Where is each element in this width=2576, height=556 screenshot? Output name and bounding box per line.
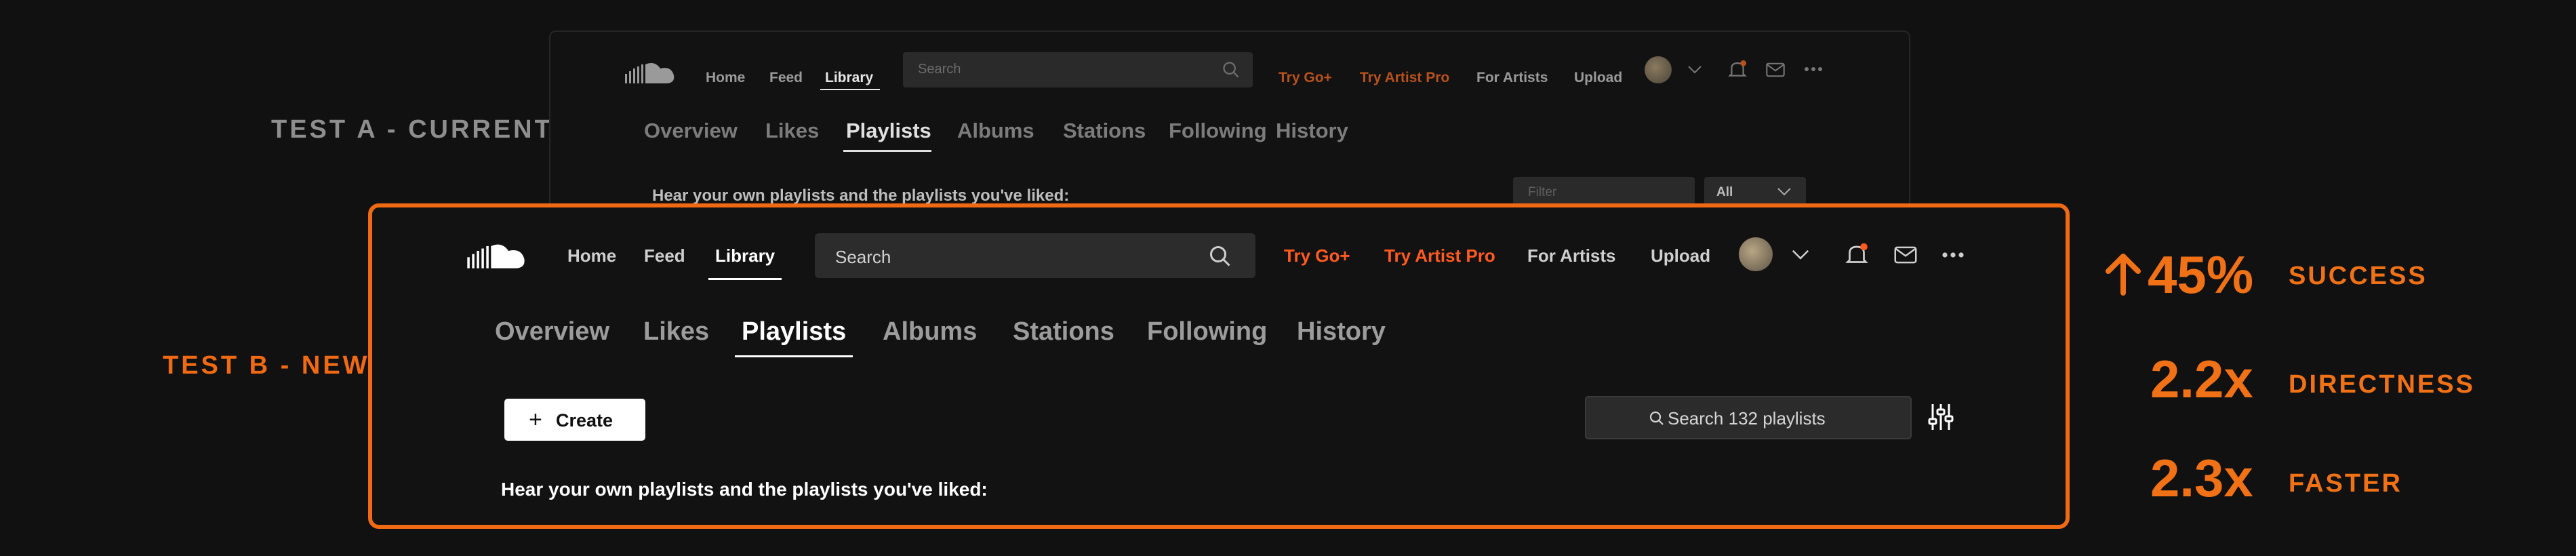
search-input[interactable]: Search [815,233,1255,278]
upload-link[interactable]: Upload [1651,245,1710,266]
filter-sliders-icon[interactable] [1927,403,1954,431]
stat-faster-label: FASTER [2289,469,2402,498]
tab-active-underline [735,355,853,357]
try-artist-pro-link[interactable]: Try Artist Pro [1384,245,1495,266]
nav-home[interactable]: Home [567,245,616,266]
plus-icon: + [529,407,542,433]
for-artists-link[interactable]: For Artists [1476,70,1548,86]
test-b-panel: Home Feed Library Search Try Go+ Try Art… [368,203,2070,529]
search-placeholder: Search [835,247,891,267]
playlists-caption: Hear your own playlists and the playlist… [501,479,988,500]
filter-select[interactable]: All [1704,177,1806,207]
search-icon [1649,411,1664,425]
playlists-caption: Hear your own playlists and the playlist… [652,186,1070,205]
nav-active-underline [820,89,880,90]
tab-stations[interactable]: Stations [1013,317,1114,346]
filter-placeholder: Filter [1528,185,1557,199]
bell-icon[interactable] [1727,59,1748,81]
search-icon [1210,246,1230,266]
test-a-label: TEST A - CURRENT [271,115,553,144]
search-playlists-input[interactable]: Search 132 playlists [1585,396,1912,439]
search-icon [1223,62,1239,78]
create-button[interactable]: + Create [504,399,645,441]
tab-likes[interactable]: Likes [643,317,709,346]
tab-active-underline [843,150,931,152]
filter-select-value: All [1716,185,1733,199]
filter-input[interactable]: Filter [1513,177,1695,207]
tab-history[interactable]: History [1276,119,1348,143]
nav-library[interactable]: Library [825,70,873,86]
try-go-link[interactable]: Try Go+ [1279,70,1332,86]
nav-feed[interactable]: Feed [644,245,685,266]
soundcloud-logo [467,244,525,269]
tab-history[interactable]: History [1297,317,1386,346]
tab-following[interactable]: Following [1147,317,1267,346]
bell-icon[interactable] [1845,241,1869,269]
search-placeholder: Search [918,62,961,77]
mail-icon[interactable] [1893,245,1918,264]
avatar[interactable] [1645,56,1672,83]
tab-likes[interactable]: Likes [765,119,819,143]
stat-success-value: 45% [2148,245,2254,304]
more-icon[interactable] [1941,251,1965,259]
tab-overview[interactable]: Overview [495,317,609,346]
tab-overview[interactable]: Overview [644,119,738,143]
try-artist-pro-link[interactable]: Try Artist Pro [1360,70,1449,86]
chevron-down-icon [1777,188,1791,196]
try-go-link[interactable]: Try Go+ [1284,245,1350,266]
stat-directness-value: 2.2x [2150,349,2253,409]
chevron-down-icon[interactable] [1687,64,1703,75]
stat-faster-value: 2.3x [2150,448,2253,508]
stat-directness-label: DIRECTNESS [2289,370,2475,399]
nav-library[interactable]: Library [715,245,775,266]
nav-active-underline [708,278,782,280]
tab-albums[interactable]: Albums [883,317,977,346]
for-artists-link[interactable]: For Artists [1527,245,1616,266]
search-playlists-placeholder: Search 132 playlists [1668,408,1826,429]
create-button-label: Create [556,410,613,431]
upload-link[interactable]: Upload [1574,70,1622,86]
avatar[interactable] [1739,237,1773,271]
tab-playlists[interactable]: Playlists [846,119,931,143]
tab-following[interactable]: Following [1169,119,1267,143]
chevron-down-icon[interactable] [1790,248,1811,262]
test-b-label: TEST B - NEW [163,351,370,380]
tab-albums[interactable]: Albums [957,119,1034,143]
more-icon[interactable] [1803,66,1824,73]
tab-stations[interactable]: Stations [1063,119,1146,143]
stat-success-label: SUCCESS [2289,262,2428,290]
up-arrow-icon [2106,254,2141,296]
tab-playlists[interactable]: Playlists [742,317,846,346]
nav-feed[interactable]: Feed [769,70,803,86]
nav-home[interactable]: Home [706,70,745,86]
search-input[interactable]: Search [903,52,1253,87]
mail-icon[interactable] [1765,62,1786,78]
soundcloud-logo [625,63,675,83]
